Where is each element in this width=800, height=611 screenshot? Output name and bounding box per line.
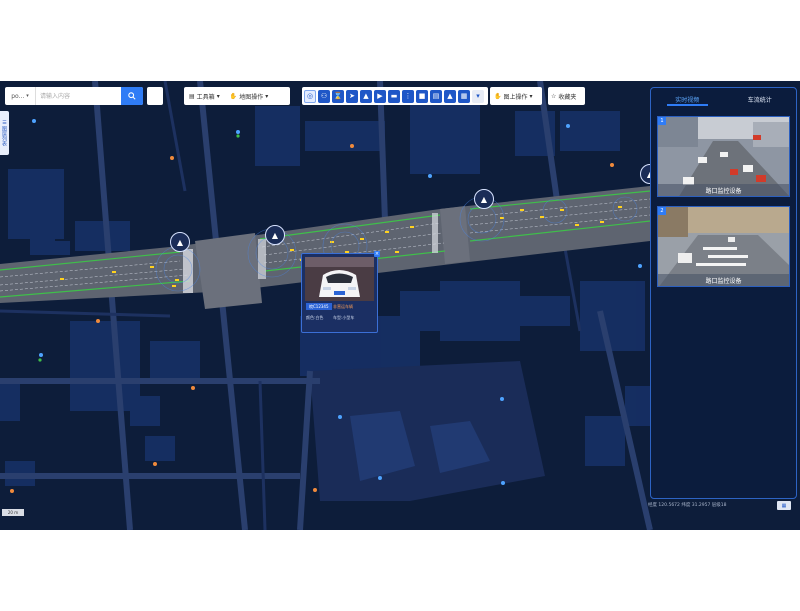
search-bar: po... ▾: [5, 87, 143, 105]
plate-number: 皖C12345: [306, 303, 332, 310]
camera-marker[interactable]: ▲: [474, 189, 494, 209]
favorites-label: 收藏夹: [558, 93, 577, 101]
tab-live-video[interactable]: 实时视频: [651, 88, 724, 110]
camera-marker[interactable]: ▲: [265, 225, 285, 245]
layer-list-tab[interactable]: ☰ 图层列表: [0, 111, 9, 155]
map-app: ▲ ▲ ▲ ▲ po... ▾ ▤ 工具箱 ▾ ✋ 地图操作 ▾ ◎ ⚇ ⌛ ➤…: [0, 81, 800, 530]
search-options-button[interactable]: [147, 87, 163, 105]
vehicle-color: 颜色:白色: [306, 315, 324, 320]
map-ops-button[interactable]: ✋ 地图操作 ▾: [225, 87, 274, 105]
video-feed[interactable]: 1 路口监控设备: [657, 116, 790, 197]
stats-icon[interactable]: ▦: [458, 89, 470, 103]
tab-traffic-stats[interactable]: 车流统计: [724, 88, 797, 110]
expand-icon[interactable]: ▾: [472, 89, 484, 103]
toolbox-label: 工具箱: [196, 93, 215, 101]
layer-icon-group: ◎ ⚇ ⌛ ➤ ▲ ▶ ▬ ⋮ ■ ▤ ▲ ▦ ▾: [302, 87, 488, 105]
person-icon[interactable]: ⚇: [318, 89, 330, 103]
camera-icon[interactable]: ▶: [374, 89, 386, 103]
thumb-icon: ✋: [494, 92, 502, 100]
chevron-down-icon: ▾: [529, 92, 533, 100]
close-icon[interactable]: ×: [374, 251, 380, 257]
layer-list-label: 图层列表: [1, 126, 7, 146]
vehicle-type: 非营运车辆: [333, 303, 353, 309]
vehicle-model: 车型:小型车: [333, 315, 355, 320]
tool-group: ▤ 工具箱 ▾ ✋ 地图操作 ▾: [184, 87, 290, 105]
running-icon[interactable]: ➤: [346, 89, 358, 103]
overlay-ops-label: 图上操作: [503, 93, 528, 101]
chevron-down-icon: ▾: [26, 93, 29, 99]
scale-bar: 20 m: [2, 509, 24, 516]
search-input[interactable]: [36, 88, 121, 104]
star-icon: ☆: [551, 92, 557, 100]
signal-icon[interactable]: ■: [416, 89, 428, 103]
tab-traffic-stats-label: 车流统计: [747, 96, 772, 104]
all-layers-icon[interactable]: ◎: [304, 89, 316, 103]
vehicle-photo: [305, 257, 374, 301]
feed-caption: 路口监控设备: [658, 184, 789, 196]
chart-icon[interactable]: ▤: [430, 89, 442, 103]
search-scope-value: po...: [11, 92, 25, 100]
tab-live-video-label: 实时视频: [675, 96, 700, 104]
walk-icon[interactable]: ▲: [444, 89, 456, 103]
video-feed[interactable]: 2 路口监控设备: [657, 206, 790, 287]
chevron-down-icon: ▾: [265, 92, 269, 100]
overlay-ops-button[interactable]: ✋ 图上操作 ▾: [490, 87, 542, 105]
chevron-down-icon: ▾: [216, 92, 220, 100]
feed-index: 2: [658, 207, 666, 215]
toolbox-button[interactable]: ▤ 工具箱 ▾: [184, 87, 225, 105]
feed-index: 1: [658, 117, 666, 125]
map-ops-label: 地图操作: [239, 93, 264, 101]
feed-caption: 路口监控设备: [658, 274, 789, 286]
coordinate-readout: 经度 120.5672 纬度 31.2957 层级18: [648, 503, 727, 508]
toolbox-icon: ▤: [189, 92, 195, 100]
thumb-icon: ✋: [229, 92, 238, 100]
search-scope-select[interactable]: po... ▾: [5, 87, 36, 105]
bus-icon[interactable]: ▬: [388, 89, 400, 103]
hourglass-icon[interactable]: ⌛: [332, 89, 344, 103]
panel-tabs: 实时视频 车流统计: [651, 88, 796, 110]
map-switch-button[interactable]: ▦: [777, 501, 791, 510]
favorites-button[interactable]: ☆ 收藏夹: [548, 87, 585, 105]
video-panel: 实时视频 车流统计 1 路口监控设备 2 路口监控设备: [650, 87, 797, 499]
traffic-light-icon[interactable]: ⋮: [402, 89, 414, 103]
camera-marker[interactable]: ▲: [170, 232, 190, 252]
vehicle-popup: × 皖C12345 非营运车辆 颜色:白色 车型:小型车: [301, 251, 380, 333]
search-icon: [128, 92, 136, 100]
car-icon[interactable]: ▲: [360, 89, 372, 103]
search-button[interactable]: [121, 87, 143, 105]
